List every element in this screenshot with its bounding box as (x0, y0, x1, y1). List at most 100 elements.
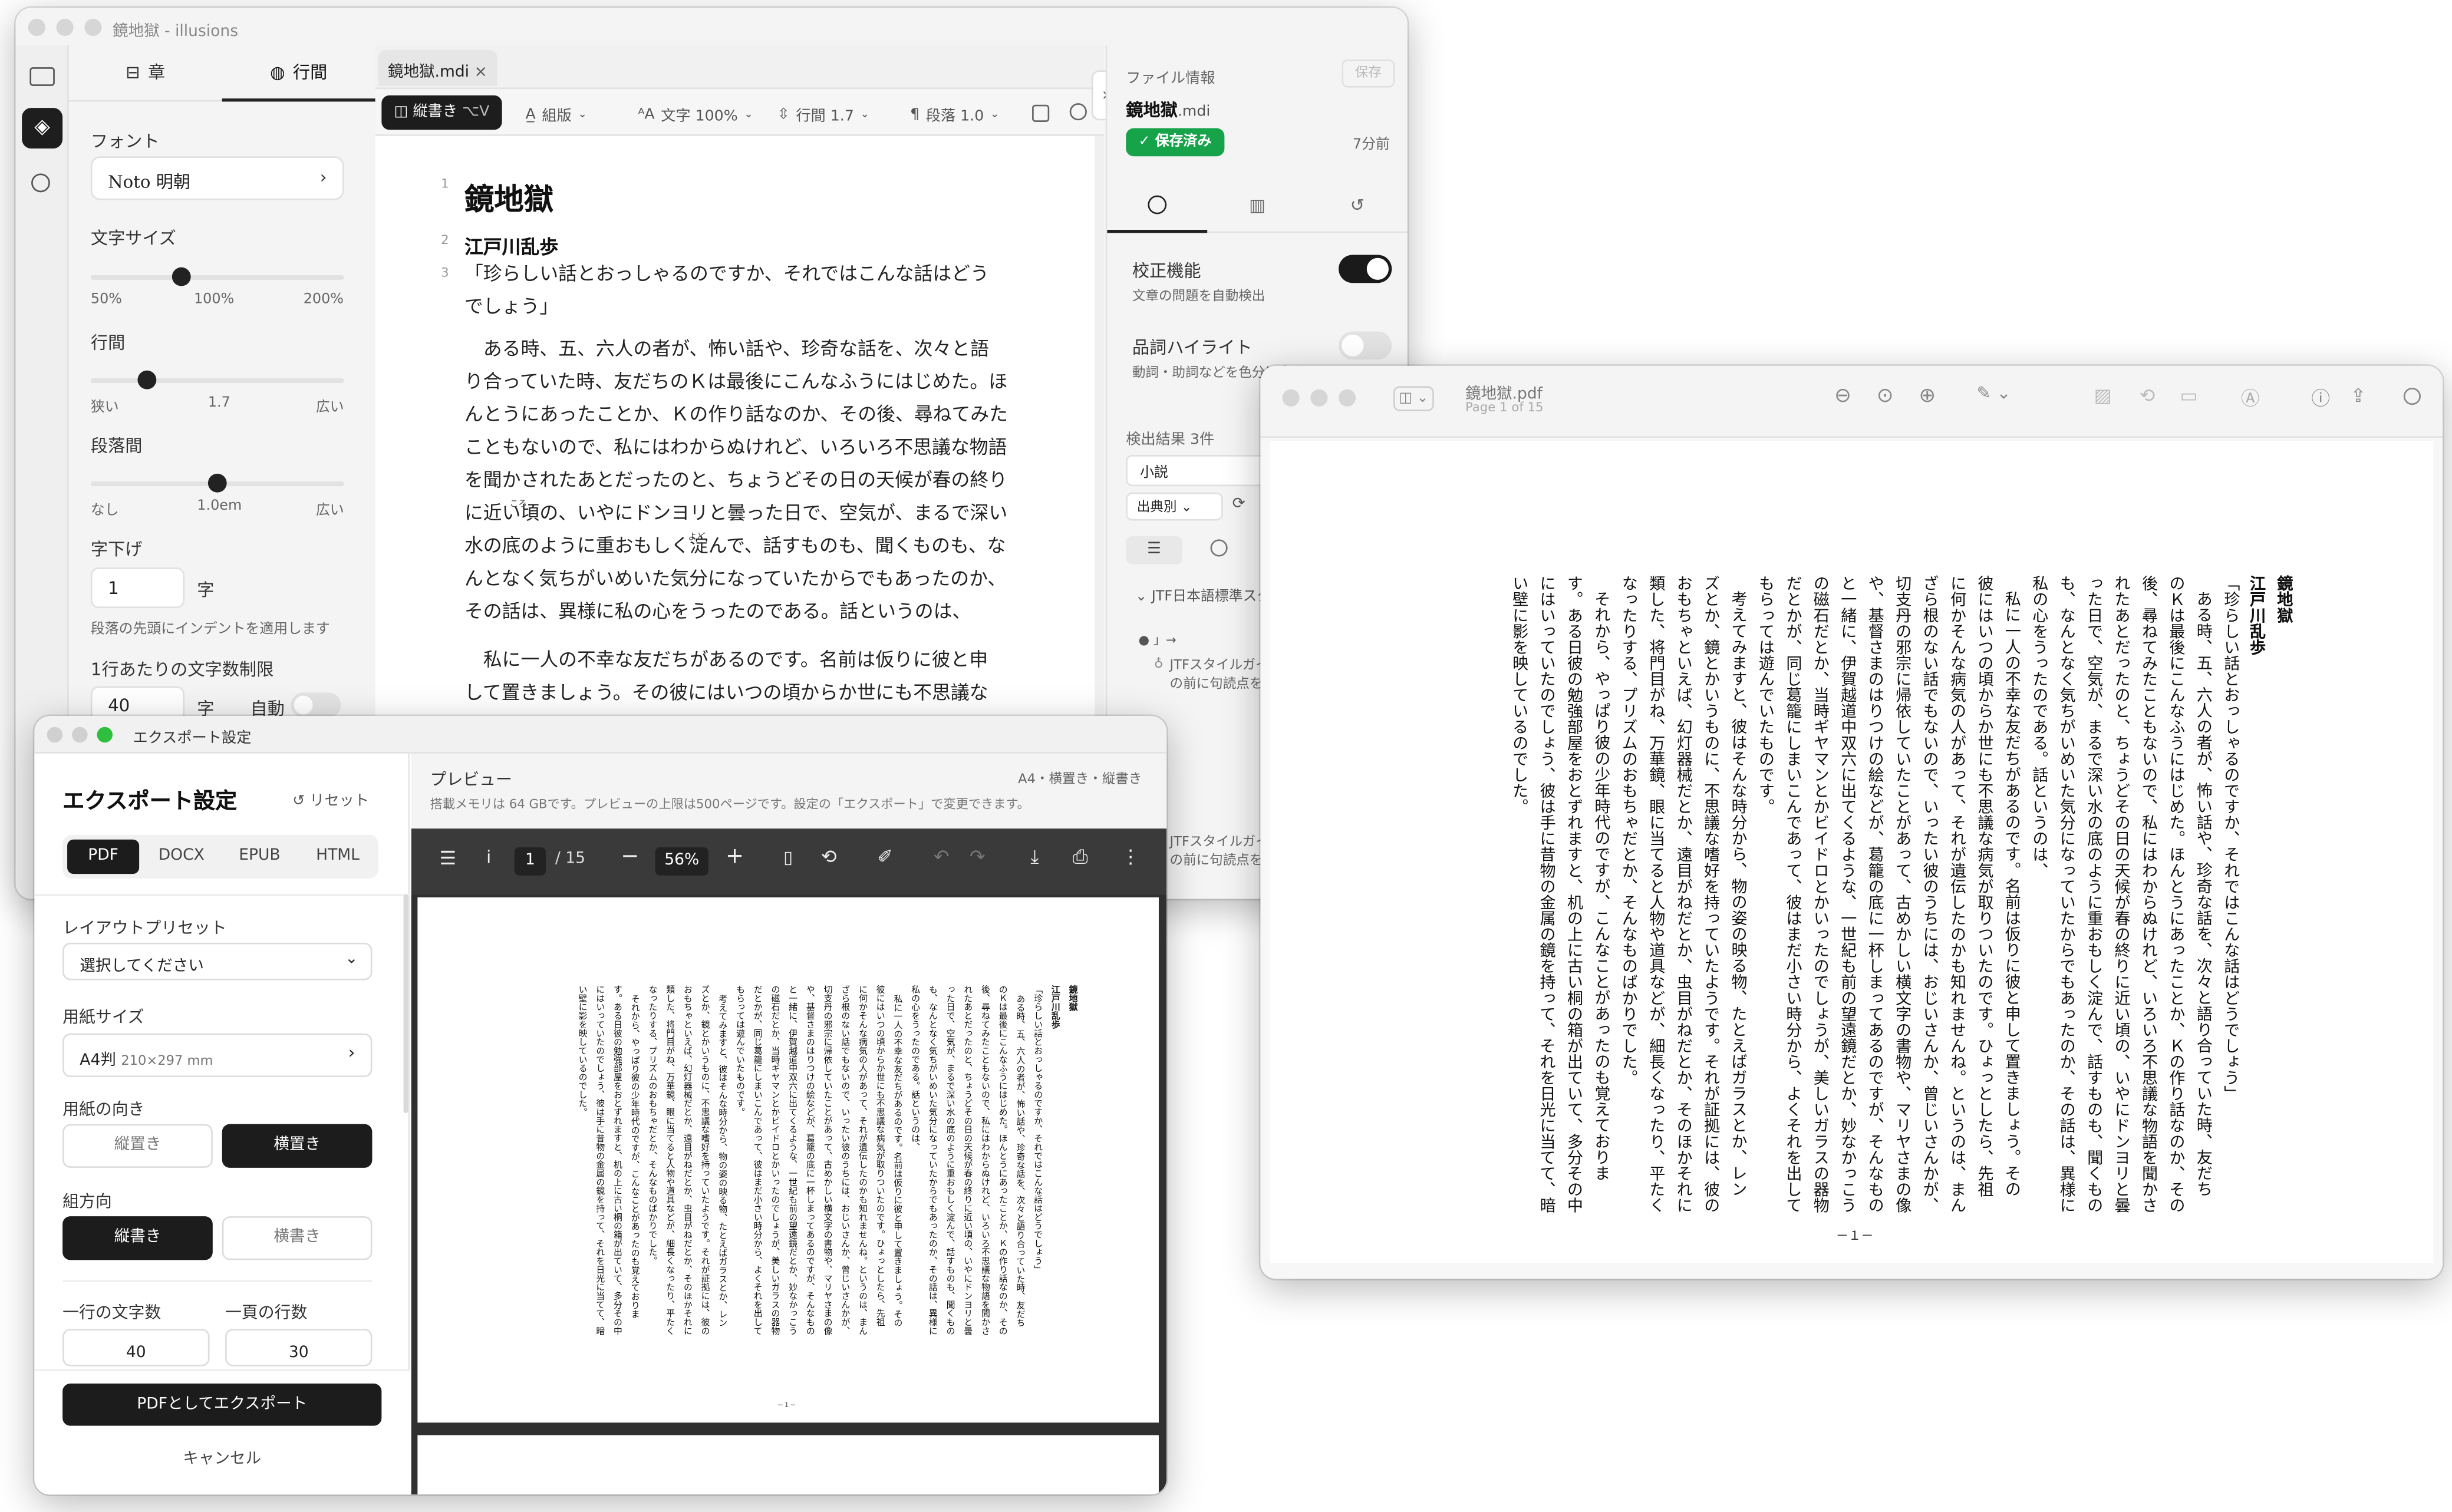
alert-circle-icon (1148, 195, 1167, 214)
redo-icon[interactable]: ↷ (970, 846, 986, 867)
filter-icon[interactable]: ☰ (1126, 536, 1182, 564)
char-size-button[interactable]: ᴬA 文字 100% ⌄ (638, 103, 753, 125)
pdf-text-column: の磁石だとか、当時ギヤマンとかビイドロとかいったのでしょうが、美しいガラスの器物 (1810, 575, 1827, 1213)
pdf-text-column: い壁に影を映しているのでした。 (576, 985, 586, 1117)
image-icon[interactable]: ▨ (2094, 385, 2112, 407)
preset-select[interactable]: 選択してください ⌄ (62, 942, 373, 981)
zoom-level[interactable]: 56% (655, 847, 708, 876)
folder-icon[interactable] (29, 67, 55, 86)
window-controls[interactable] (1282, 389, 1356, 407)
layers-icon[interactable]: ◈ (22, 108, 63, 149)
vertical-toggle-button[interactable]: ◫ 縦書き ⌥V (381, 95, 502, 130)
pdf-text-column: の磁石だとか、当時ギヤマンとかビイドロとかいったのでしょうが、美しいガラスの器物 (769, 985, 779, 1335)
tab-chapter[interactable]: ⊟ 章 (69, 45, 222, 102)
doc-tab[interactable]: 鏡地獄.mdi × (378, 49, 497, 86)
pdf-text-column: ズとか、鏡とかいうものに、不思議な嗜好を持っていたようです。それが証拠には、彼の (1700, 575, 1718, 1213)
info-icon[interactable]: ⓘ (2311, 385, 2330, 411)
font-select[interactable]: Noto 明朝 › (90, 156, 344, 200)
sidebar-toggle-icon[interactable]: ◫ ⌄ (1393, 386, 1434, 411)
indent-input[interactable]: 1 (90, 567, 185, 609)
paper-select[interactable]: A4判 210×297 mm › (62, 1033, 373, 1077)
rotate-icon[interactable]: ⟲ (821, 846, 837, 867)
orient-landscape-button[interactable]: 横置き (222, 1124, 373, 1168)
form-icon[interactable]: ▭ (2180, 385, 2197, 407)
orient-portrait-button[interactable]: 縦置き (62, 1124, 213, 1168)
para-slider[interactable] (90, 473, 344, 493)
calendar-icon[interactable] (1032, 104, 1050, 122)
save-button[interactable]: 保存 (1342, 59, 1395, 88)
close-icon[interactable]: × (474, 64, 487, 81)
export-pdf-button[interactable]: PDFとしてエクスポート (62, 1383, 382, 1426)
direction-horizontal-button[interactable]: 横書き (222, 1216, 373, 1260)
undo-icon[interactable]: ↶ (934, 846, 950, 867)
size-slider-thumb[interactable] (172, 267, 192, 286)
proofread-toggle[interactable] (1339, 255, 1392, 283)
pdf-text-column: それから、やっぱり彼の少年時代のですが、こんなことがあったのも覚えておりま (629, 993, 639, 1318)
lines-per-page-input[interactable]: 30 (225, 1329, 373, 1366)
direction-vertical-button[interactable]: 縦書き (62, 1216, 213, 1260)
typeset-button[interactable]: A̲ 組版 ⌄ (525, 103, 587, 125)
chars-per-line-input[interactable]: 40 (62, 1329, 210, 1366)
tab-proofread[interactable] (1107, 180, 1208, 233)
line-slider-thumb[interactable] (137, 370, 156, 389)
annotate-icon[interactable]: Ⓐ (2241, 385, 2260, 411)
reset-button[interactable]: ↺ リセット (292, 788, 369, 810)
refresh-icon[interactable]: ⟳ (1232, 496, 1245, 513)
chars-per-line-label: 一行の文字数 (62, 1303, 162, 1323)
size-slider[interactable] (90, 267, 344, 286)
pdf-page[interactable]: 鏡地獄 江戸川乱歩 「珍らしい話とおっしゃるのですか、それではこんな話はどうでしょう… (1270, 441, 2434, 1263)
pdf-text-column: と一緒に、伊賀越道中双六に出てくるような、一世紀も前の望遠鏡だとか、妙なかっこう (1837, 575, 1855, 1213)
search-icon[interactable] (1069, 103, 1087, 121)
line-spacing-button[interactable]: ⇳ 行間 1.7 ⌄ (777, 103, 869, 125)
line-number-3: 3 (441, 266, 449, 280)
cancel-button[interactable]: キャンセル (62, 1444, 381, 1475)
draw-icon[interactable]: ✐ (877, 846, 893, 867)
pdf-toolbar: ◫ ⌄ 鏡地獄.pdf Page 1 of 15 ⊖ ⊙ ⊕ ✎ ⌄ ▨ ⟲ ▭… (1260, 365, 2443, 438)
pdf-text-column: 私に一人の不幸な友だちがあるのです。名前は仮りに彼と申して置きましょう。その (2001, 591, 2019, 1197)
share-icon[interactable]: ⇪ (2351, 385, 2367, 407)
format-tab-pdf[interactable]: PDF (67, 839, 140, 874)
window-controls[interactable] (28, 18, 102, 37)
pdf-text-column: や、基督さまのはりつけの絵などが、葛籠の底に一杯しまってあるのですが、そんなもの (1864, 575, 1882, 1213)
para-slider-thumb[interactable] (207, 473, 227, 493)
auto-toggle[interactable] (291, 692, 341, 718)
tab-history[interactable]: ↺ (1307, 180, 1408, 233)
zoom-in-icon[interactable]: + (726, 844, 744, 869)
tab-stats[interactable]: ▥ (1207, 180, 1307, 233)
page-input[interactable]: 1 (514, 847, 546, 876)
paragraph-button[interactable]: ¶ 段落 1.0 ⌄ (910, 103, 999, 125)
clear-filter-icon[interactable] (1210, 539, 1228, 557)
format-tab-html[interactable]: HTML (302, 840, 374, 874)
tab-lines[interactable]: ◍ 行間 (222, 45, 375, 102)
export-heading: エクスポート設定 (62, 789, 238, 815)
download-icon[interactable]: ⤓ (1030, 846, 1039, 869)
search-icon[interactable] (31, 173, 50, 193)
line-number-1: 1 (441, 176, 449, 191)
chevron-right-icon: › (348, 1042, 355, 1064)
pdf-text-column: ある時、五、六人の者が、怖い話や、珍奇な話を、次々と語り合っていた時、友だち (2193, 591, 2210, 1197)
zoom-in-icon[interactable]: ⊕ (1919, 385, 1936, 408)
preview-viewport[interactable]: 鏡地獄 江戸川乱歩 「珍らしい話とおっしゃるのですか、それではこんな話はどうでしょう… (411, 894, 1167, 1495)
rotate-icon[interactable]: ⟲ (2139, 385, 2155, 407)
source-select[interactable]: 出典別 ⌄ (1126, 492, 1223, 521)
format-tab-docx[interactable]: DOCX (146, 840, 217, 874)
info-icon[interactable]: ⅰ (486, 847, 491, 867)
pos-highlight-toggle[interactable] (1339, 331, 1392, 360)
fit-page-icon[interactable]: ▯ (783, 847, 793, 867)
zoom-out-icon[interactable]: ⊖ (1834, 385, 1851, 408)
preset-label: レイアウトプリセット (62, 919, 227, 938)
menu-icon[interactable]: ☰ (440, 847, 457, 869)
line-height-icon: ⇳ (777, 105, 790, 123)
line-tick-mid: 1.7 (207, 395, 230, 411)
window-controls[interactable] (47, 727, 113, 743)
print-icon[interactable]: ⎙ (1073, 846, 1087, 869)
line-slider[interactable] (90, 370, 344, 389)
more-icon[interactable]: ⋮ (1121, 846, 1140, 867)
pdf-text-column: った日で、空気が、まるで深い水の底のように重おもしく淀んで、話すものも、聞くもの (944, 985, 954, 1335)
search-icon[interactable] (2403, 387, 2421, 405)
format-tab-epub[interactable]: EPUB (223, 840, 295, 874)
settings-scrollbar[interactable] (403, 894, 408, 1114)
zoom-out-icon[interactable]: − (621, 844, 639, 869)
markup-icon[interactable]: ✎ ⌄ (1977, 383, 2036, 411)
zoom-fit-icon[interactable]: ⊙ (1877, 385, 1894, 408)
